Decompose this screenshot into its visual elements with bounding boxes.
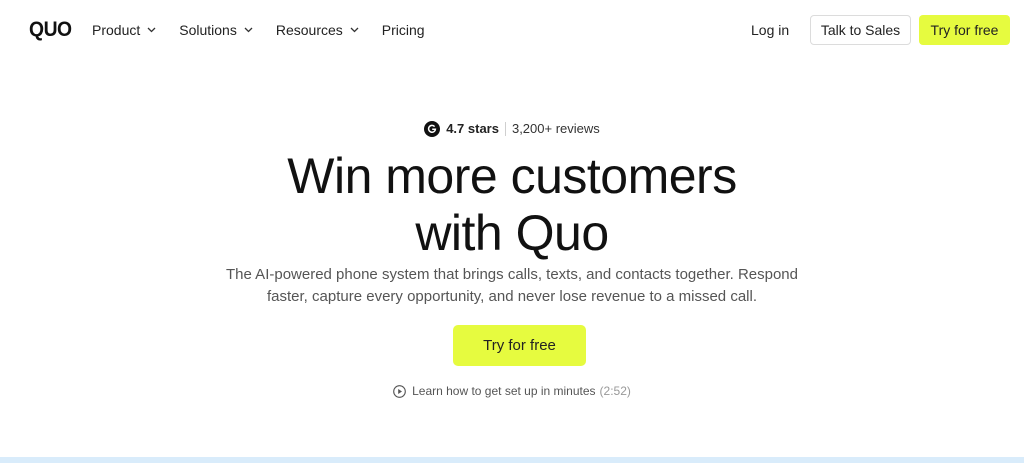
chevron-down-icon: [147, 27, 156, 33]
chevron-down-icon: [350, 27, 359, 33]
headline-line-1: Win more customers: [287, 148, 737, 204]
nav-resources-label: Resources: [275, 22, 343, 38]
nav-pricing[interactable]: Pricing: [382, 20, 425, 40]
hero-subtitle: The AI-powered phone system that brings …: [226, 266, 798, 305]
rating-badge: 4.7 stars 3,200+ reviews: [0, 120, 1024, 138]
nav-solutions[interactable]: Solutions: [179, 20, 253, 40]
logo[interactable]: QUO: [29, 18, 72, 42]
headline-line-2: with Quo: [415, 205, 609, 261]
nav-pricing-label: Pricing: [381, 22, 425, 38]
nav-resources[interactable]: Resources: [276, 20, 359, 40]
chevron-down-icon: [244, 27, 253, 33]
page: QUO Product Solutions Resources Pricing …: [0, 0, 1024, 463]
setup-video-text: Learn how to get set up in minutes: [412, 384, 596, 398]
nav-product[interactable]: Product: [92, 20, 156, 40]
rating-divider: [504, 122, 506, 136]
talk-to-sales-button[interactable]: Talk to Sales: [810, 15, 911, 45]
top-navigation: QUO Product Solutions Resources Pricing …: [0, 0, 1024, 60]
try-for-free-hero-button[interactable]: Try for free: [453, 325, 586, 366]
nav-solutions-label: Solutions: [179, 22, 237, 38]
setup-video-duration: (2:52): [599, 384, 631, 398]
login-link[interactable]: Log in: [751, 20, 789, 40]
nav-links: Product Solutions Resources Pricing: [92, 20, 448, 40]
next-section-edge: [0, 457, 1024, 463]
rating-reviews: 3,200+ reviews: [511, 121, 600, 136]
play-circle-icon: [393, 384, 406, 398]
rating-stars: 4.7 stars: [446, 121, 499, 136]
nav-product-label: Product: [92, 22, 141, 38]
try-for-free-nav-button[interactable]: Try for free: [919, 15, 1010, 45]
setup-video-link[interactable]: Learn how to get set up in minutes (2:52…: [0, 382, 1024, 400]
g2-icon: [424, 121, 441, 137]
hero-headline: Win more customers with Quo: [0, 148, 1024, 262]
